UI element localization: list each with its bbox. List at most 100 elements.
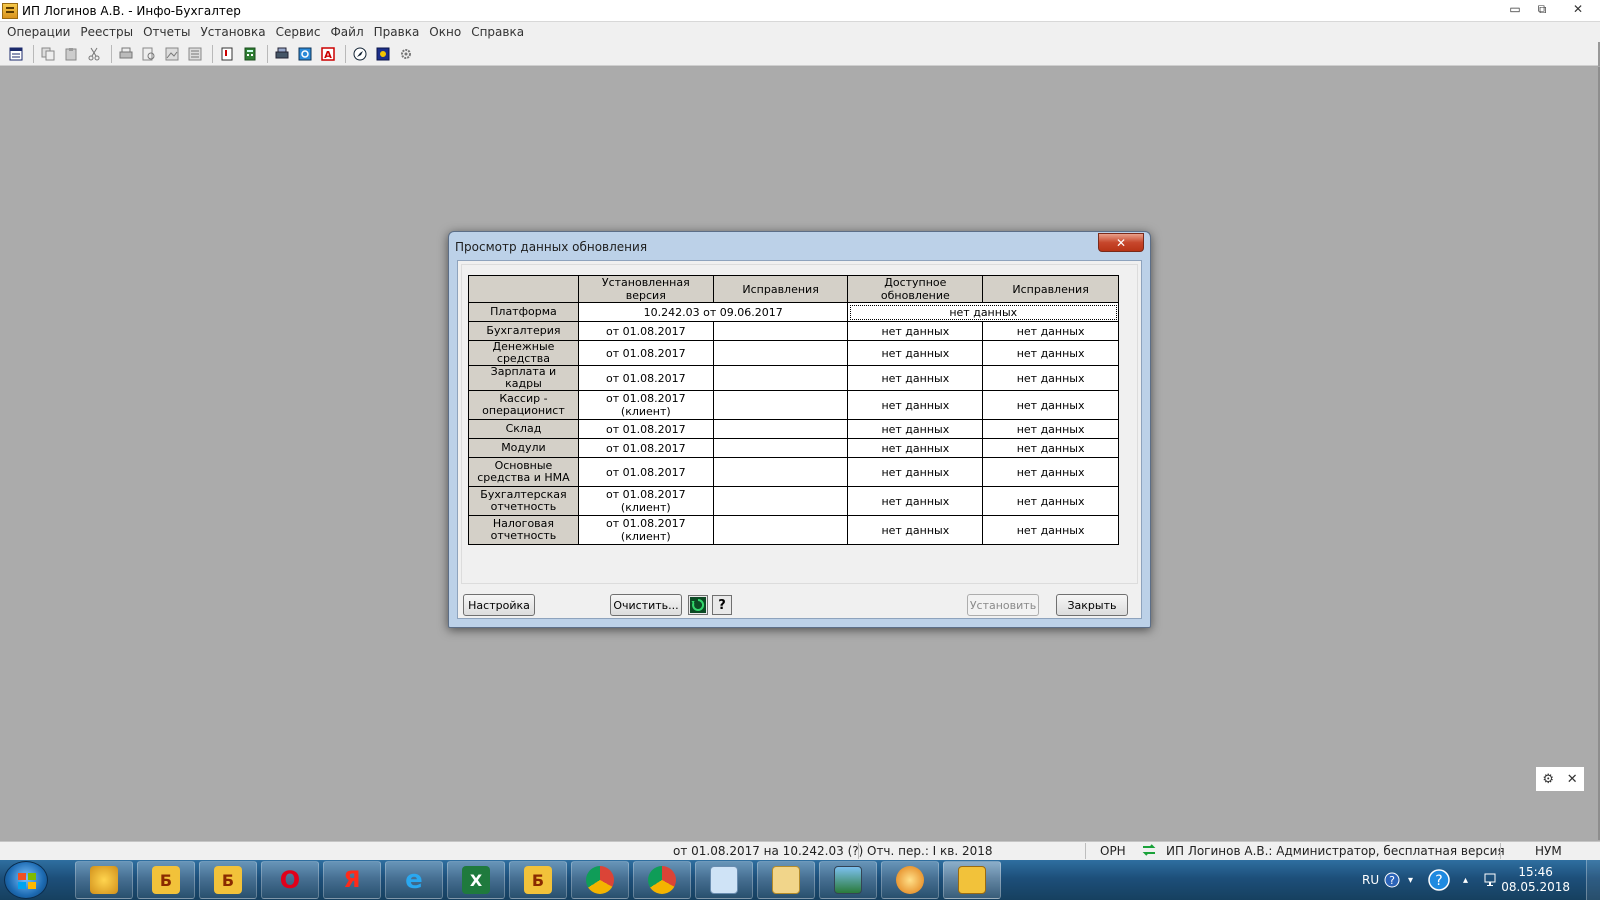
start-button[interactable] bbox=[4, 861, 48, 899]
copy-icon[interactable] bbox=[38, 44, 58, 64]
palette-icon bbox=[90, 866, 118, 894]
chrome-app[interactable] bbox=[571, 861, 629, 899]
clock-time: 15:46 bbox=[1518, 865, 1553, 879]
chrome-user-icon bbox=[648, 866, 676, 894]
row-header: Налоговая отчетность bbox=[468, 515, 579, 545]
menu-service[interactable]: Сервис bbox=[271, 22, 326, 42]
menu-setup[interactable]: Установка bbox=[195, 22, 270, 42]
document-number-icon[interactable] bbox=[217, 44, 237, 64]
table-row[interactable]: Зарплата и кадры от 01.08.2017 нет данны… bbox=[468, 365, 1119, 391]
table-row[interactable]: Склад от 01.08.2017 нет данных нет данны… bbox=[468, 419, 1119, 439]
menu-reports[interactable]: Отчеты bbox=[138, 22, 195, 42]
clock[interactable]: 15:46 08.05.2018 bbox=[1501, 865, 1570, 895]
installed-version-cell: от 01.08.2017 bbox=[577, 365, 714, 391]
opera-app[interactable]: O bbox=[261, 861, 319, 899]
available-fixes-cell: нет данных bbox=[982, 419, 1119, 439]
available-update-cell: нет данных bbox=[847, 438, 984, 458]
chevron-up-icon[interactable]: ▴ bbox=[1463, 860, 1468, 900]
ie-icon: e bbox=[405, 865, 423, 895]
journal-icon[interactable] bbox=[6, 44, 26, 64]
folder-icon bbox=[772, 866, 800, 894]
buh-2011-app[interactable]: Б bbox=[509, 861, 567, 899]
settings-button[interactable]: Настройка bbox=[463, 594, 535, 616]
svg-text:?: ? bbox=[1389, 874, 1395, 887]
excel-app[interactable]: X bbox=[447, 861, 505, 899]
game-app[interactable] bbox=[881, 861, 939, 899]
buh-2016-app[interactable]: Б bbox=[199, 861, 257, 899]
photo-viewer-app[interactable] bbox=[819, 861, 877, 899]
settings-cog-icon[interactable] bbox=[396, 44, 416, 64]
archive-icon[interactable] bbox=[373, 44, 393, 64]
svg-text:A: A bbox=[324, 50, 332, 61]
paint-app[interactable] bbox=[75, 861, 133, 899]
toolbar-separator bbox=[33, 44, 34, 63]
dialog-close-button[interactable]: ✕ bbox=[1098, 233, 1144, 252]
installed-version-cell: от 01.08.2017 bbox=[577, 457, 714, 487]
menu-edit[interactable]: Правка bbox=[369, 22, 425, 42]
minimize-button[interactable]: ▭ bbox=[1502, 0, 1528, 18]
fixes-cell bbox=[712, 340, 849, 366]
available-update-cell: нет данных bbox=[847, 486, 984, 516]
chevron-down-icon[interactable]: ▾ bbox=[1408, 860, 1413, 900]
show-desktop-button[interactable] bbox=[1586, 860, 1600, 900]
refresh-icon[interactable] bbox=[295, 44, 315, 64]
menu-file[interactable]: Файл bbox=[325, 22, 368, 42]
close-icon[interactable]: ✕ bbox=[1567, 772, 1578, 787]
row-header: Модули bbox=[468, 438, 579, 458]
close-window-button[interactable]: ✕ bbox=[1556, 0, 1600, 18]
yandex-icon: Я bbox=[343, 867, 361, 893]
gear-icon[interactable]: ⚙ bbox=[1542, 772, 1554, 787]
chrome-user-app[interactable] bbox=[633, 861, 691, 899]
menu-help[interactable]: Справка bbox=[466, 22, 529, 42]
refresh-green-icon bbox=[690, 597, 706, 613]
font-a-icon[interactable]: A bbox=[318, 44, 338, 64]
buh-2018-app[interactable]: Б bbox=[137, 861, 195, 899]
menu-bar: Операции Реестры Отчеты Установка Сервис… bbox=[0, 22, 1600, 42]
infobuh-active-app[interactable] bbox=[943, 861, 1001, 899]
dialog-body: Установленная версия Исправления Доступн… bbox=[457, 260, 1142, 619]
clear-button[interactable]: Очистить... bbox=[610, 594, 682, 616]
remote-desktop-app[interactable] bbox=[695, 861, 753, 899]
menu-registers[interactable]: Реестры bbox=[75, 22, 138, 42]
infobuh-icon bbox=[958, 866, 986, 894]
help-tray-icon[interactable]: ? bbox=[1384, 860, 1400, 900]
help-circle-icon[interactable]: ? bbox=[1428, 860, 1450, 900]
image-icon[interactable] bbox=[162, 44, 182, 64]
buh-2018-icon: Б bbox=[152, 866, 180, 894]
close-button[interactable]: Закрыть bbox=[1056, 594, 1128, 616]
available-update-cell[interactable]: нет данных bbox=[847, 302, 1119, 322]
network-icon[interactable] bbox=[1484, 860, 1500, 900]
table-row[interactable]: Налоговая отчетность от 01.08.2017 (клие… bbox=[468, 515, 1119, 545]
table-row[interactable]: Основные средства и НМА от 01.08.2017 не… bbox=[468, 457, 1119, 487]
print-icon[interactable] bbox=[116, 44, 136, 64]
printer-setup-icon[interactable] bbox=[272, 44, 292, 64]
restore-button[interactable]: ⧉ bbox=[1529, 0, 1555, 18]
cut-icon[interactable] bbox=[84, 44, 104, 64]
print-preview-icon[interactable] bbox=[139, 44, 159, 64]
install-button[interactable]: Установить bbox=[967, 594, 1039, 616]
menu-window[interactable]: Окно bbox=[424, 22, 466, 42]
table-row[interactable]: Кассир - операционист от 01.08.2017 (кли… bbox=[468, 390, 1119, 420]
calculator-icon[interactable] bbox=[240, 44, 260, 64]
yandex-app[interactable]: Я bbox=[323, 861, 381, 899]
ie-app[interactable]: e bbox=[385, 861, 443, 899]
export-icon[interactable] bbox=[185, 44, 205, 64]
row-header: Склад bbox=[468, 419, 579, 439]
table-row[interactable]: Бухгалтерская отчетность от 01.08.2017 (… bbox=[468, 486, 1119, 516]
explorer-app[interactable] bbox=[757, 861, 815, 899]
menu-operations[interactable]: Операции bbox=[2, 22, 75, 42]
paste-icon[interactable] bbox=[61, 44, 81, 64]
dialog-title: Просмотр данных обновления bbox=[455, 240, 648, 254]
table-row[interactable]: Бухгалтерия от 01.08.2017 нет данных нет… bbox=[468, 321, 1119, 341]
language-indicator[interactable]: RU bbox=[1362, 860, 1379, 900]
table-row[interactable]: Денежные средства от 01.08.2017 нет данн… bbox=[468, 340, 1119, 366]
compass-icon[interactable] bbox=[350, 44, 370, 64]
status-divider bbox=[858, 843, 859, 859]
row-header: Бухгалтерия bbox=[468, 321, 579, 341]
table-row-platform[interactable]: Платформа 10.242.03 от 09.06.2017 нет да… bbox=[468, 302, 1119, 322]
available-update-cell: нет данных bbox=[847, 515, 984, 545]
table-row[interactable]: Модули от 01.08.2017 нет данных нет данн… bbox=[468, 438, 1119, 458]
help-icon[interactable]: ? bbox=[712, 595, 732, 615]
buh-2011-icon: Б bbox=[524, 866, 552, 894]
check-updates-button[interactable] bbox=[688, 595, 708, 615]
